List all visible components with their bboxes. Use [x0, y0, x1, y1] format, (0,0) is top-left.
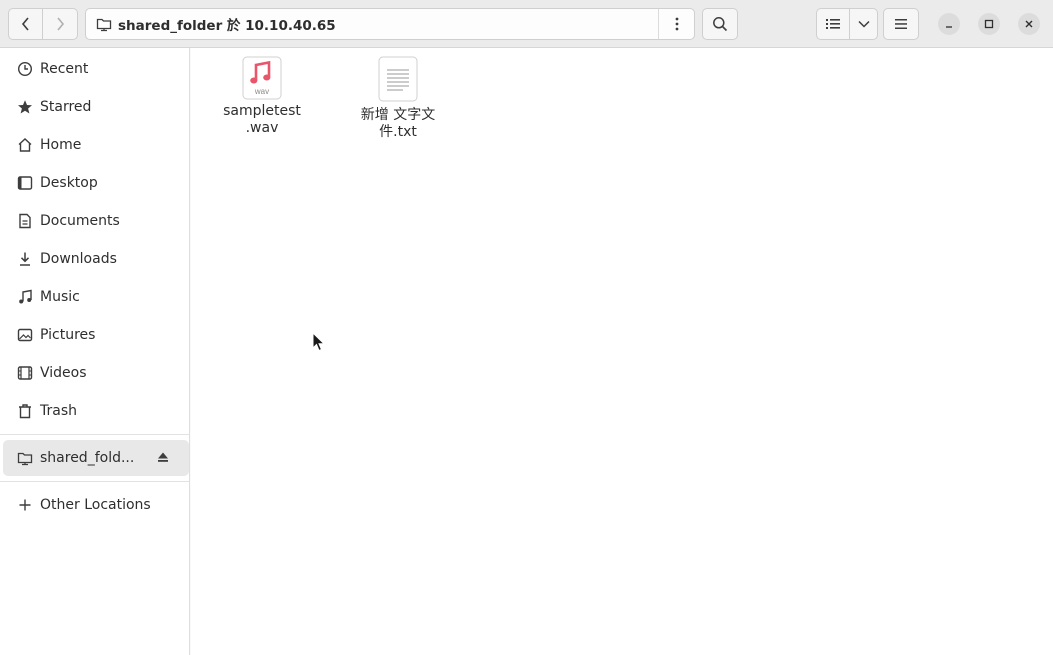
picture-icon [17, 327, 33, 343]
sidebar-item-music[interactable]: Music [3, 279, 189, 315]
network-folder-icon [96, 18, 112, 32]
clock-icon [17, 61, 33, 77]
search-icon [713, 17, 728, 32]
sidebar-item-desktop[interactable]: Desktop [3, 165, 189, 201]
close-icon [1025, 20, 1033, 28]
sidebar-item-label: Pictures [40, 327, 96, 343]
plus-icon [17, 497, 33, 513]
sidebar-item-label: Downloads [40, 251, 117, 267]
path-segment-current[interactable]: shared_folder 於 10.10.40.65 [86, 9, 660, 39]
hamburger-icon [895, 19, 907, 29]
star-icon [17, 99, 33, 115]
video-icon [17, 365, 33, 381]
list-view-icon [826, 19, 840, 29]
sidebar-item-label: Other Locations [40, 497, 151, 513]
file-item-sampletest-wav[interactable]: wav sampletest .wav [212, 56, 312, 137]
file-name: 新增 文字文 [360, 107, 436, 123]
file-item-text-file[interactable]: 新增 文字文 件.txt [348, 56, 448, 141]
sidebar-item-label: Starred [40, 99, 92, 115]
file-type-label: wav [254, 87, 269, 96]
sidebar-item-label: Home [40, 137, 82, 153]
file-name: sampletest [223, 103, 301, 119]
path-label: shared_folder 於 10.10.40.65 [118, 18, 336, 34]
sidebar-item-downloads[interactable]: Downloads [3, 241, 189, 277]
sidebar-item-label: Documents [40, 213, 120, 229]
home-icon [17, 137, 33, 153]
file-name-extension: 件.txt [379, 124, 417, 140]
sidebar-item-label: Music [40, 289, 80, 305]
close-button[interactable] [1018, 13, 1040, 35]
desktop-icon [17, 175, 33, 191]
back-button[interactable] [8, 8, 43, 40]
chevron-down-icon [857, 20, 870, 28]
path-menu-button[interactable] [659, 9, 694, 39]
minimize-icon [946, 26, 952, 28]
chevron-right-icon [57, 17, 65, 31]
sidebar-item-pictures[interactable]: Pictures [3, 317, 189, 353]
document-icon [17, 213, 33, 229]
sidebar-separator [0, 481, 190, 482]
minimize-button[interactable] [938, 13, 960, 35]
path-bar: shared_folder 於 10.10.40.65 [85, 8, 695, 40]
file-name-extension: .wav [245, 120, 279, 136]
sidebar-item-label: Recent [40, 61, 89, 77]
sidebar-item-starred[interactable]: Starred [3, 89, 189, 125]
view-options-button[interactable] [850, 8, 878, 40]
forward-button[interactable] [43, 8, 78, 40]
list-view-button[interactable] [816, 8, 850, 40]
sidebar-item-trash[interactable]: Trash [3, 393, 189, 429]
sidebar-item-label: shared_fold... [40, 450, 135, 466]
maximize-icon [984, 19, 994, 29]
sidebar-item-videos[interactable]: Videos [3, 355, 189, 391]
search-button[interactable] [702, 8, 738, 40]
text-file-icon [378, 56, 418, 102]
sidebar-separator [0, 434, 190, 435]
header-bar: shared_folder 於 10.10.40.65 [0, 0, 1053, 48]
music-icon [17, 289, 33, 305]
sidebar-item-home[interactable]: Home [3, 127, 189, 163]
chevron-left-icon [21, 17, 29, 31]
eject-icon[interactable] [157, 451, 169, 467]
trash-icon [17, 403, 33, 419]
sidebar-item-label: Desktop [40, 175, 98, 191]
mouse-pointer-icon [312, 332, 326, 352]
sidebar: Recent Starred Home Desktop Documents Do… [0, 48, 190, 655]
sidebar-item-recent[interactable]: Recent [3, 51, 189, 87]
sidebar-item-shared-folder[interactable]: shared_fold... [3, 440, 189, 476]
sidebar-item-other-locations[interactable]: Other Locations [3, 487, 189, 523]
maximize-button[interactable] [978, 13, 1000, 35]
sidebar-item-label: Trash [40, 403, 77, 419]
vertical-dots-icon [675, 17, 678, 31]
sidebar-item-documents[interactable]: Documents [3, 203, 189, 239]
download-icon [17, 251, 33, 267]
file-manager-window: shared_folder 於 10.10.40.65 Recent Starr… [0, 0, 1053, 655]
main-menu-button[interactable] [883, 8, 919, 40]
audio-file-icon: wav [242, 56, 282, 100]
sidebar-item-label: Videos [40, 365, 87, 381]
network-folder-icon [17, 450, 33, 466]
